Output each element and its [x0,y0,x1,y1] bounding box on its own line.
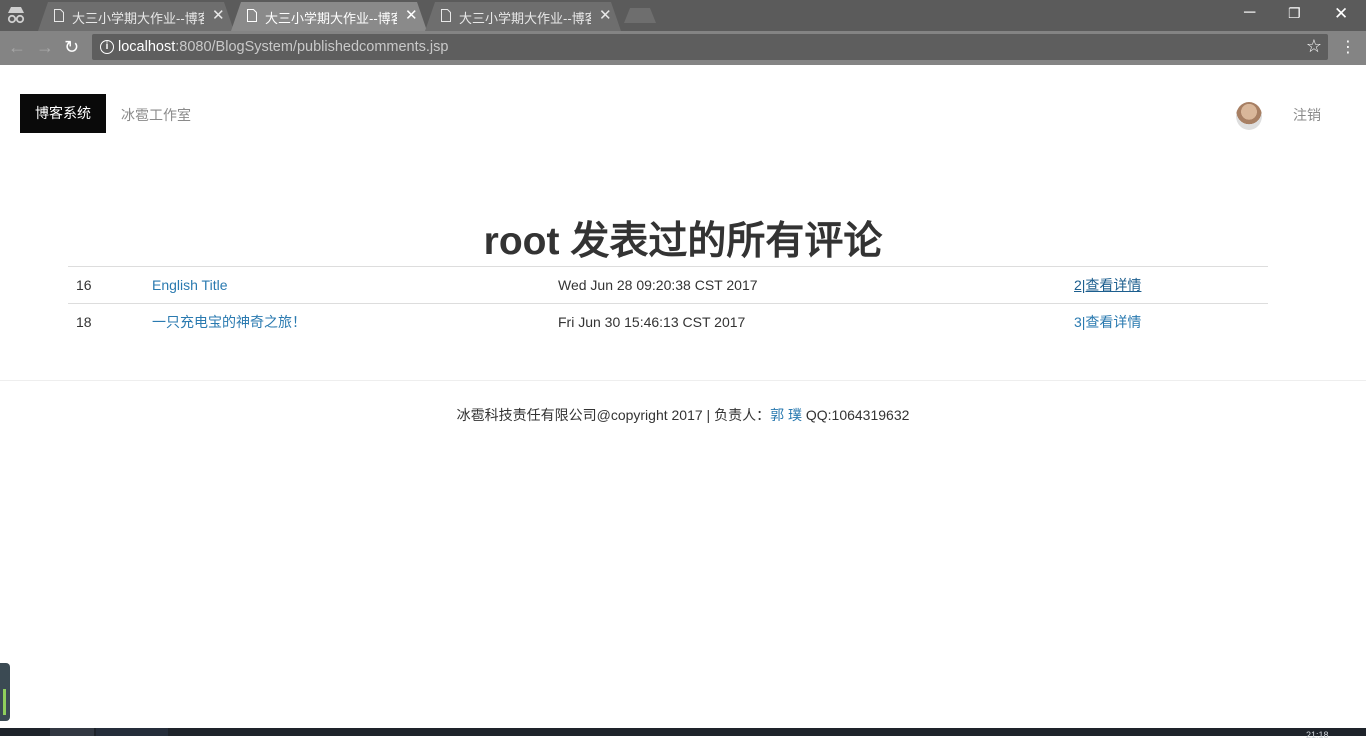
taskbar-item[interactable] [96,728,168,736]
table-row: 16 English Title Wed Jun 28 09:20:38 CST… [68,266,1268,304]
avatar[interactable] [1236,102,1262,130]
meter-bar [3,689,6,715]
page-footer: 冰雹科技责任有限公司@copyright 2017 | 负责人：郭 璞 QQ:1… [0,380,1366,445]
logout-link[interactable]: 注销 [1293,105,1321,125]
browser-tab-2[interactable]: 大三小学期大作业--博客 ✕ [231,2,427,31]
os-taskbar: 21:18 [0,728,1366,740]
close-icon[interactable]: ✕ [599,6,612,24]
tab-title: 大三小学期大作业--博客 [72,11,204,26]
minimize-icon[interactable]: ─ [1244,4,1255,22]
comment-time: Fri Jun 30 15:46:13 CST 2017 [550,303,1066,340]
forward-arrow-icon[interactable]: → [36,37,54,58]
url-text[interactable]: localhost:8080/BlogSystem/publishedcomme… [118,39,448,55]
browser-tab-1[interactable]: 大三小学期大作业--博客 ✕ [38,2,234,31]
back-arrow-icon[interactable]: ← [8,37,26,58]
document-icon [54,9,64,22]
owner-link[interactable]: 郭 璞 [770,407,802,423]
taskbar-item[interactable] [50,728,94,736]
info-icon[interactable]: i [100,40,114,54]
brand-link[interactable]: 博客系统 [20,94,106,133]
view-detail-link[interactable]: 2|查看详情 [1074,277,1141,293]
new-tab-button[interactable] [624,8,656,23]
reload-icon[interactable]: ↻ [64,37,79,58]
view-detail-link[interactable]: 3|查看详情 [1074,314,1141,330]
incognito-icon [7,7,25,24]
browser-toolbar: ← → ↻ i localhost:8080/BlogSystem/publis… [0,31,1366,65]
footer-text: 冰雹科技责任有限公司@copyright 2017 | 负责人：郭 璞 QQ:1… [456,407,910,423]
comment-time: Wed Jun 28 09:20:38 CST 2017 [550,266,1066,304]
browser-tab-3[interactable]: 大三小学期大作业--博客 ✕ [425,2,621,31]
tab-title: 大三小学期大作业--博客 [265,11,397,26]
document-icon [247,9,257,22]
comments-table: 16 English Title Wed Jun 28 09:20:38 CST… [68,266,1268,340]
desktop-side-gadget[interactable] [0,663,10,721]
address-bar[interactable]: i localhost:8080/BlogSystem/publishedcom… [92,34,1328,60]
article-title-link[interactable]: 一只充电宝的神奇之旅！ [152,314,306,330]
close-icon[interactable]: ✕ [405,6,418,24]
tab-title: 大三小学期大作业--博客 [459,11,591,26]
taskbar-clock: 21:18 [1306,730,1329,740]
site-navbar: 博客系统 冰雹工作室 注销 [0,66,1366,162]
comment-id: 16 [68,266,144,304]
nav-link-studio[interactable]: 冰雹工作室 [121,105,191,125]
close-icon[interactable]: ✕ [212,6,225,24]
page-title: root 发表过的所有评论 [483,220,883,263]
comment-id: 18 [68,303,144,340]
window-close-icon[interactable]: ✕ [1334,4,1348,24]
browser-tab-strip: 大三小学期大作业--博客 ✕ 大三小学期大作业--博客 ✕ 大三小学期大作业--… [0,0,1366,31]
more-menu-icon[interactable]: ⋮ [1340,37,1356,57]
restore-icon[interactable]: ❐ [1288,5,1301,22]
bookmark-star-icon[interactable]: ☆ [1306,36,1322,57]
article-title-link[interactable]: English Title [152,277,227,293]
table-row: 18 一只充电宝的神奇之旅！ Fri Jun 30 15:46:13 CST 2… [68,303,1268,340]
document-icon [441,9,451,22]
